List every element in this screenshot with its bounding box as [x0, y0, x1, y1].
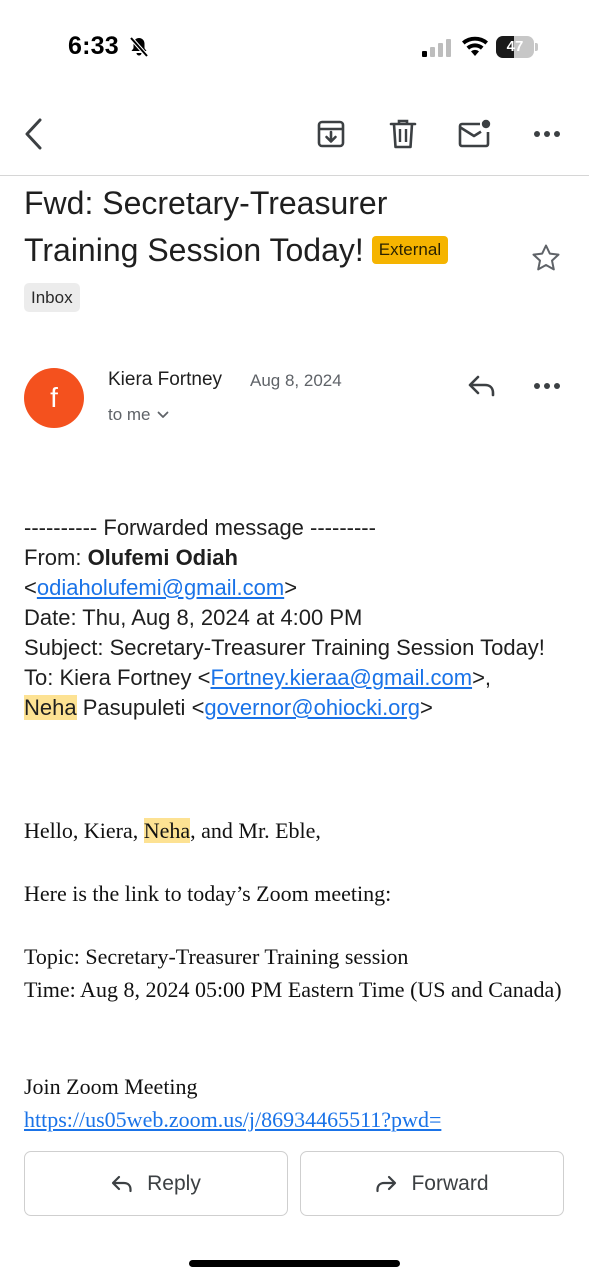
- star-button[interactable]: [528, 240, 564, 276]
- highlighted-name: Neha: [24, 695, 77, 720]
- more-options-button[interactable]: [527, 114, 567, 154]
- reply-quick-button[interactable]: [462, 368, 502, 404]
- forwarded-message-header: ---------- Forwarded message --------- F…: [24, 513, 569, 723]
- email-subject: Fwd: Secretary-Treasurer Training Sessio…: [24, 180, 504, 274]
- email-date: Aug 8, 2024: [250, 371, 342, 390]
- email-toolbar: [0, 100, 589, 176]
- from-label: From:: [24, 545, 88, 570]
- forwarded-to: To: Kiera Fortney <Fortney.kieraa@gmail.…: [24, 665, 492, 690]
- message-more-button[interactable]: [527, 366, 567, 406]
- greeting-start: Hello, Kiera,: [24, 818, 144, 843]
- forward-button[interactable]: Forward: [300, 1151, 564, 1216]
- more-horizontal-icon: [534, 131, 560, 137]
- reply-button[interactable]: Reply: [24, 1151, 288, 1216]
- subject-text: Fwd: Secretary-Treasurer Training Sessio…: [24, 185, 388, 268]
- delete-button[interactable]: [383, 114, 423, 154]
- forwarded-divider: ---------- Forwarded message ---------: [24, 515, 376, 540]
- home-indicator[interactable]: [189, 1260, 400, 1267]
- forwarded-from-email: <odiaholufemi@gmail.com>: [24, 575, 298, 600]
- forward-icon: [376, 1175, 397, 1192]
- to-email-link-2[interactable]: governor@ohiocki.org: [204, 695, 420, 720]
- status-bar: 6:33 47: [0, 0, 589, 90]
- forwarded-subject: Subject: Secretary-Treasurer Training Se…: [24, 635, 545, 660]
- from-name: Olufemi Odiah: [87, 545, 238, 570]
- star-icon: [532, 244, 560, 271]
- to-name-2: Pasupuleti: [76, 695, 186, 720]
- sender-name: Kiera Fortney: [108, 369, 223, 390]
- greeting-highlighted-name: Neha: [143, 818, 191, 843]
- back-button[interactable]: [14, 114, 54, 154]
- sender-avatar[interactable]: f: [24, 368, 84, 428]
- to-label: To:: [24, 665, 60, 690]
- back-arrow-icon: [25, 118, 42, 150]
- reply-icon: [112, 1175, 132, 1192]
- cellular-signal-icon: [422, 39, 451, 57]
- greeting: Hello, Kiera, Neha, and Mr. Eble,: [24, 814, 569, 847]
- mark-unread-icon: [458, 119, 491, 148]
- wifi-icon: [462, 36, 488, 56]
- to-email-link-1[interactable]: Fortney.kieraa@gmail.com: [211, 665, 473, 690]
- status-time: 6:33: [68, 32, 119, 60]
- external-badge: External: [371, 236, 449, 264]
- inbox-label[interactable]: Inbox: [24, 283, 80, 312]
- intro-paragraph: Here is the link to today’s Zoom meeting…: [24, 881, 392, 906]
- from-email-link[interactable]: odiaholufemi@gmail.com: [37, 575, 284, 600]
- battery-icon: 47: [496, 36, 538, 58]
- to-name-1: Kiera Fortney: [59, 665, 192, 690]
- archive-icon: [317, 120, 345, 148]
- forwarded-to-2: Neha Pasupuleti <governor@ohiocki.org>: [24, 695, 433, 720]
- archive-button[interactable]: [311, 114, 351, 154]
- reply-label: Reply: [147, 1171, 201, 1195]
- more-horizontal-icon: [534, 383, 560, 389]
- meeting-details: Topic: Secretary-Treasurer Training sess…: [24, 940, 569, 1006]
- reply-icon: [468, 375, 495, 397]
- recipient-toggle[interactable]: to me: [108, 405, 169, 425]
- trash-icon: [389, 119, 417, 149]
- recipient-text: to me: [108, 405, 151, 424]
- chevron-down-icon: [157, 411, 168, 418]
- join-section: Join Zoom Meeting https://us05web.zoom.u…: [24, 1070, 569, 1136]
- bell-slash-icon: [129, 36, 149, 58]
- meeting-time: Time: Aug 8, 2024 05:00 PM Eastern Time …: [24, 977, 562, 1002]
- battery-level-text: 47: [506, 38, 524, 55]
- greeting-end: , and Mr. Eble,: [190, 818, 321, 843]
- join-heading: Join Zoom Meeting: [24, 1074, 198, 1099]
- mark-unread-button[interactable]: [455, 114, 495, 154]
- forward-label: Forward: [411, 1171, 489, 1195]
- meeting-topic: Topic: Secretary-Treasurer Training sess…: [24, 944, 409, 969]
- forwarded-date: Date: Thu, Aug 8, 2024 at 4:00 PM: [24, 605, 363, 630]
- forwarded-from: From: Olufemi Odiah: [24, 543, 569, 573]
- zoom-meeting-link[interactable]: https://us05web.zoom.us/j/86934465511?pw…: [24, 1107, 441, 1132]
